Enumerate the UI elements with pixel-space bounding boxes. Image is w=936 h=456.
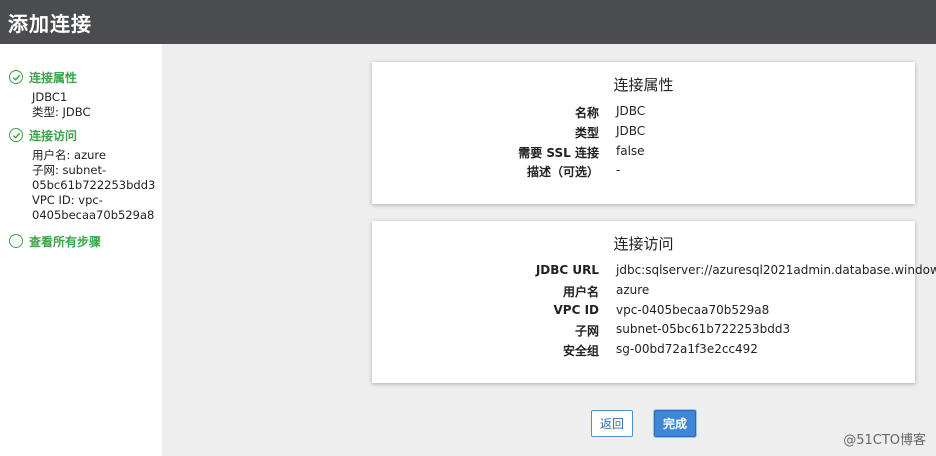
card-title: 连接属性: [613, 76, 674, 94]
access-label: 用户名: [562, 285, 599, 299]
step-label: 连接访问: [29, 128, 78, 143]
access-label: JDBC URL: [535, 263, 599, 277]
property-label: 名称: [574, 106, 599, 120]
access-value: sg-00bd72a1f3e2cc492: [616, 342, 758, 356]
access-row: VPC ID vpc-0405becaa70b529a8: [372, 303, 915, 323]
empty-circle-icon: [9, 234, 23, 248]
property-row: 名称 JDBC: [372, 104, 915, 124]
property-row: 描述（可选） -: [372, 163, 915, 183]
step-detail-line: 0405becaa70b529a8: [32, 208, 155, 222]
done-button[interactable]: 完成: [654, 410, 696, 437]
watermark: @51CTO博客: [843, 433, 926, 448]
access-label: 安全组: [562, 344, 599, 358]
property-row: 需要 SSL 连接 false: [372, 144, 915, 164]
steps-sidebar: 连接属性 JDBC1 类型: JDBC 连接访问 用户名: azure 子网: …: [0, 44, 162, 456]
property-value: JDBC: [616, 104, 646, 118]
check-circle-icon: [9, 70, 23, 84]
access-value: azure: [616, 283, 650, 297]
access-row: 子网 subnet-05bc61b722253bdd3: [372, 322, 915, 342]
step-connection-properties[interactable]: 连接属性 JDBC1 类型: JDBC: [9, 68, 91, 120]
step-label: 连接属性: [29, 70, 78, 85]
property-value: JDBC: [616, 124, 646, 138]
access-row: 安全组 sg-00bd72a1f3e2cc492: [372, 342, 915, 362]
access-value: vpc-0405becaa70b529a8: [616, 303, 770, 317]
property-label: 需要 SSL 连接: [518, 146, 599, 160]
page-title: 添加连接: [8, 12, 92, 36]
back-button[interactable]: 返回: [591, 410, 633, 437]
connection-access-card: 连接访问 JDBC URL jdbc:sqlserver://azuresql2…: [372, 221, 936, 383]
step-detail-line: 用户名: azure: [32, 148, 106, 162]
property-label: 描述（可选）: [526, 165, 599, 179]
property-value: -: [616, 163, 621, 177]
property-value: false: [616, 144, 645, 158]
step-review-all[interactable]: 查看所有步骤: [9, 232, 101, 250]
connection-properties-card: 连接属性 名称 JDBC 类型 JDBC 需要 SSL 连接 false 描述（…: [372, 62, 915, 204]
page-header: 添加连接: [0, 0, 936, 44]
access-value: subnet-05bc61b722253bdd3: [616, 322, 791, 336]
step-label: 查看所有步骤: [29, 234, 102, 249]
step-detail-line: JDBC1: [32, 90, 68, 104]
card-title: 连接访问: [613, 235, 674, 253]
property-label: 类型: [574, 126, 599, 140]
step-connection-access[interactable]: 连接访问 用户名: azure 子网: subnet- 05bc61b72225…: [9, 126, 155, 223]
access-label: 子网: [574, 324, 599, 338]
access-label: VPC ID: [553, 303, 600, 317]
access-row: 用户名 azure: [372, 283, 915, 303]
check-circle-icon: [9, 128, 23, 142]
step-detail-line: VPC ID: vpc-: [32, 193, 103, 207]
property-row: 类型 JDBC: [372, 124, 915, 144]
step-detail-line: 子网: subnet-: [32, 163, 107, 177]
access-row: JDBC URL jdbc:sqlserver://azuresql2021ad…: [372, 263, 936, 283]
step-detail-line: 类型: JDBC: [32, 105, 91, 119]
access-value: jdbc:sqlserver://azuresql2021admin.datab…: [616, 263, 936, 277]
step-detail-line: 05bc61b722253bdd3: [32, 178, 156, 192]
